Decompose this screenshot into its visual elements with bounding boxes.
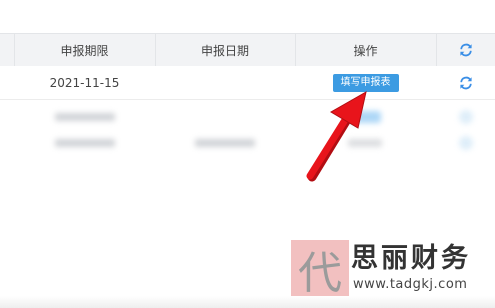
bottom-edge	[0, 296, 495, 308]
logo-char: 代	[298, 248, 342, 299]
company-url: www.tadgkj.com	[353, 277, 468, 292]
company-name: 思丽财务	[351, 243, 471, 274]
